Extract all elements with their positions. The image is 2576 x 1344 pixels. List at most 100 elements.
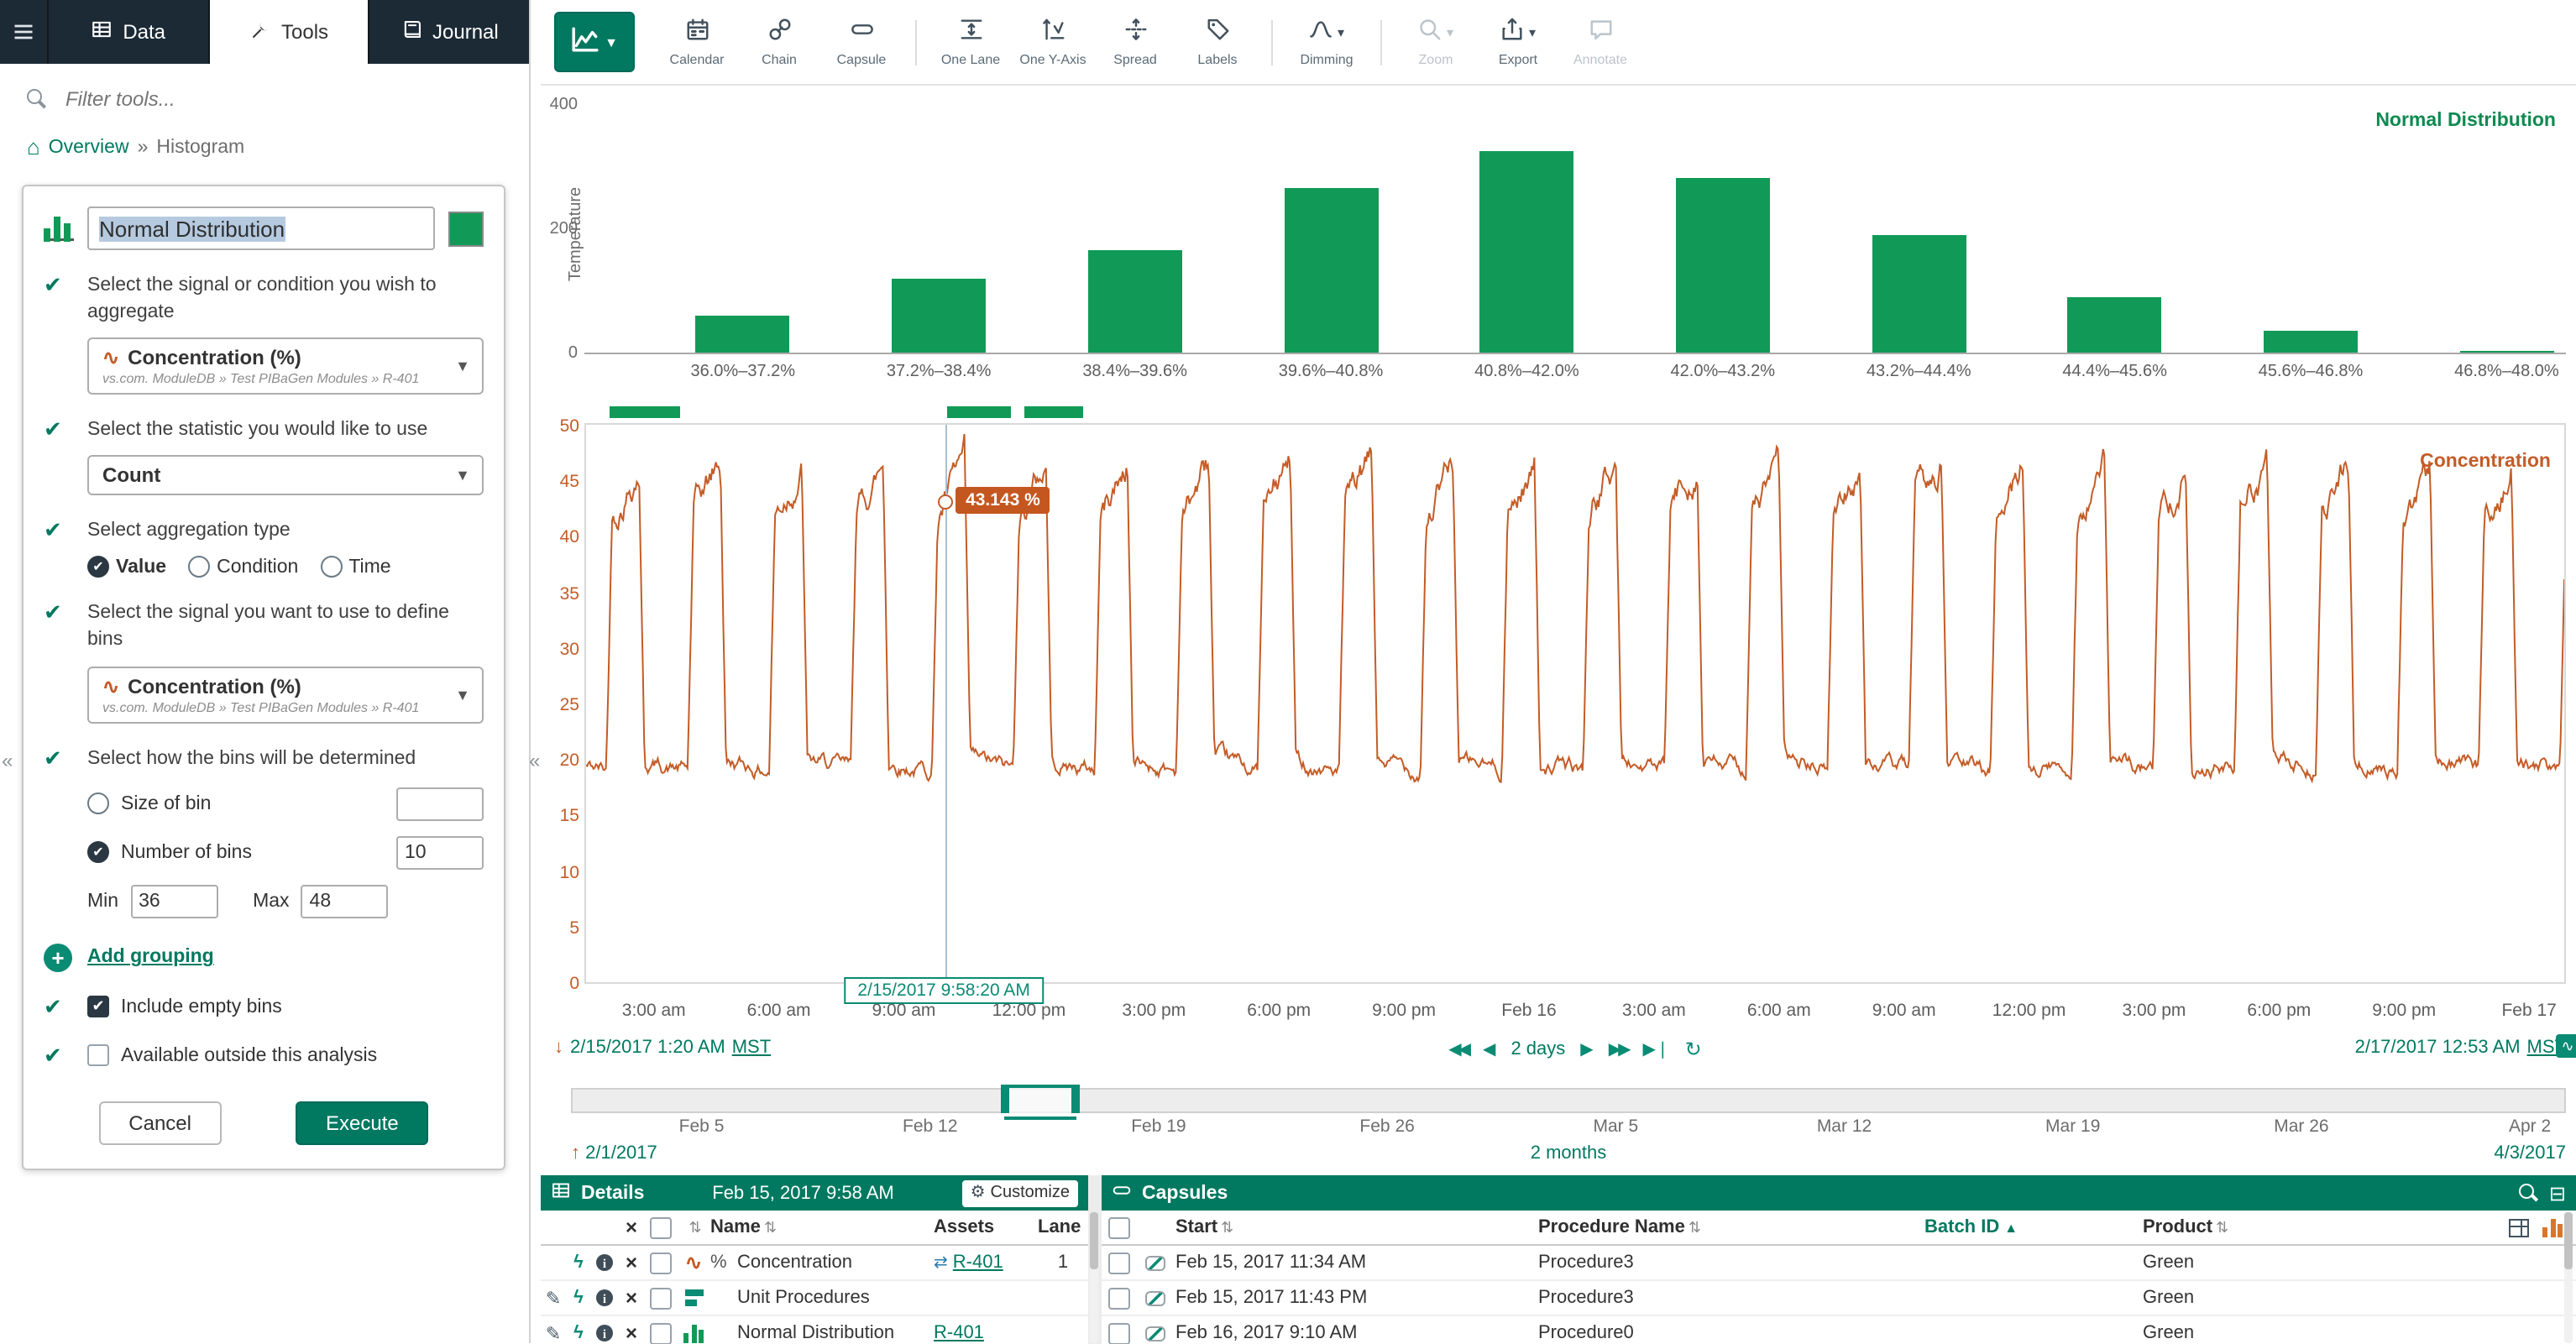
remove-item-icon[interactable]: × [618, 1286, 645, 1310]
range-start-timezone[interactable]: MST [732, 1038, 771, 1058]
details-row[interactable]: ϟi×∿%Concentration⇄R-4011 [541, 1246, 1088, 1281]
details-row[interactable]: ✎ϟi × Unit Procedures [541, 1281, 1088, 1316]
collapse-left-edge-icon[interactable]: « [2, 749, 13, 772]
table-columns-icon[interactable] [2509, 1218, 2529, 1237]
row-checkbox[interactable] [650, 1287, 672, 1309]
histogram-bar[interactable] [1479, 151, 1573, 353]
select-all-capsules-checkbox[interactable] [1107, 1216, 1129, 1238]
number-of-bins-input[interactable] [396, 835, 484, 869]
histogram-bar[interactable] [696, 316, 790, 353]
toolbar-button-export[interactable]: ▾Export [1478, 5, 1558, 79]
step-back-fast-icon[interactable]: ◀◀ [1448, 1040, 1468, 1059]
item-name[interactable]: Normal Distribution [737, 1323, 934, 1343]
add-grouping-button[interactable]: + Add grouping [44, 943, 484, 971]
capsule-stats-icon[interactable] [2542, 1218, 2563, 1237]
item-name[interactable]: Concentration [737, 1252, 934, 1273]
collapse-sidebar-icon[interactable]: « [529, 749, 540, 772]
radio-time[interactable]: Time [320, 557, 390, 578]
home-icon[interactable]: ⌂ [27, 134, 40, 160]
toolbar-button-labels[interactable]: Labels [1177, 5, 1258, 79]
name-column-header[interactable]: Name⇅ [710, 1217, 934, 1237]
start-column-header[interactable]: Start⇅ [1175, 1217, 1538, 1237]
range-end-label[interactable]: 2/17/2017 12:53 AM [2355, 1038, 2521, 1058]
step-back-icon[interactable]: ◀ [1483, 1040, 1495, 1059]
capsule-strip-segment[interactable] [610, 406, 680, 418]
autoupdate-bolt-icon[interactable]: ϟ [566, 1288, 591, 1308]
toolbar-button-chain[interactable]: Chain [739, 5, 819, 79]
edit-pencil-icon[interactable]: ✎ [541, 1322, 566, 1344]
tab-journal[interactable]: Journal [369, 0, 529, 64]
asset-swap-icon[interactable]: ⇄ [934, 1253, 948, 1272]
info-icon[interactable]: i [596, 1289, 613, 1306]
item-name[interactable]: Unit Procedures [737, 1288, 934, 1308]
max-input[interactable] [301, 884, 389, 918]
radio-number-of-bins[interactable]: ✔ [87, 841, 109, 863]
timeline-start[interactable]: ↑ 2/1/2017 [571, 1143, 657, 1164]
aggregate-signal-select[interactable]: ∿Concentration (%) vs.com. ModuleDB » Te… [87, 337, 484, 395]
brush-handle-right[interactable] [1071, 1085, 1080, 1113]
batch-id-column-header[interactable]: Batch ID▲ [1924, 1217, 2143, 1237]
step-to-end-icon[interactable]: ▶❘ [1642, 1040, 1669, 1059]
radio-size-of-bin[interactable] [87, 792, 109, 814]
chart-corner-widget-icon[interactable]: ∿ [2556, 1034, 2576, 1058]
refresh-icon[interactable]: ↻ [1685, 1038, 1702, 1061]
autoupdate-bolt-icon[interactable]: ϟ [566, 1252, 591, 1273]
timeline-track[interactable] [571, 1088, 2566, 1113]
remove-item-icon[interactable]: × [618, 1251, 645, 1274]
histogram-bar[interactable] [892, 278, 986, 353]
timeline-brush[interactable] [1005, 1085, 1076, 1120]
capsules-zoom-icon[interactable] [2519, 1183, 2539, 1203]
details-row[interactable]: ✎ϟi × Normal DistributionR-401 [541, 1316, 1088, 1344]
procedure-column-header[interactable]: Procedure Name⇅ [1538, 1217, 1924, 1237]
select-all-checkbox[interactable] [650, 1216, 672, 1238]
histogram-bar[interactable] [2264, 331, 2358, 353]
bin-signal-select[interactable]: ∿Concentration (%) vs.com. ModuleDB » Te… [87, 666, 484, 723]
toolbar-button-calendar[interactable]: Calendar [657, 5, 737, 79]
available-outside-checkbox[interactable] [87, 1044, 109, 1066]
assets-column-header[interactable]: Assets [934, 1217, 1038, 1237]
collapse-panel-icon[interactable]: ⊟ [2549, 1181, 2566, 1205]
tab-tools[interactable]: Tools [207, 0, 368, 64]
include-empty-bins-checkbox[interactable]: ✔ [87, 996, 109, 1017]
histogram-bar[interactable] [2459, 350, 2553, 353]
info-icon[interactable]: i [596, 1254, 613, 1271]
radio-condition[interactable]: Condition [188, 557, 298, 578]
row-checkbox[interactable] [650, 1322, 672, 1344]
execute-button[interactable]: Execute [296, 1101, 429, 1144]
histogram-bar[interactable] [1088, 250, 1182, 353]
sort-by-type[interactable]: ⇅ [677, 1218, 710, 1237]
breadcrumb-overview-link[interactable]: Overview [49, 137, 129, 157]
timeline-end-label[interactable]: 4/3/2017 [2494, 1143, 2566, 1164]
toolbar-button-spread[interactable]: Spread [1095, 5, 1175, 79]
remove-item-icon[interactable]: × [618, 1321, 645, 1344]
statistic-select[interactable]: Count ▼ [87, 456, 484, 496]
histogram-legend[interactable]: Normal Distribution [2375, 111, 2556, 131]
customize-button[interactable]: ⚙Customize [962, 1179, 1078, 1206]
histogram-bar[interactable] [1872, 234, 1966, 353]
row-checkbox[interactable] [650, 1252, 672, 1273]
capsule-strip-segment[interactable] [1024, 406, 1084, 418]
step-forward-icon[interactable]: ▶ [1580, 1040, 1593, 1059]
asset-link[interactable]: R-401 [934, 1323, 984, 1343]
capsule-row[interactable]: Feb 15, 2017 11:34 AMProcedure3Green [1102, 1246, 2576, 1281]
trend-plot-area[interactable]: Concentration 5045403530252015105043.143… [584, 423, 2566, 984]
lane-column-header[interactable]: Lane▲ [1038, 1217, 1088, 1237]
range-start-arrow-icon[interactable]: ↓ [554, 1038, 563, 1058]
capsule-checkbox[interactable] [1107, 1252, 1129, 1273]
toolbar-button-oneyaxis[interactable]: One Y-Axis [1013, 5, 1093, 79]
toolbar-button-dimming[interactable]: ▾Dimming [1286, 5, 1367, 79]
color-swatch[interactable] [448, 211, 484, 246]
size-of-bin-input[interactable] [396, 787, 484, 820]
radio-value[interactable]: ✔Value [87, 557, 166, 578]
capsule-checkbox[interactable] [1107, 1322, 1129, 1344]
capsule-row[interactable]: Feb 16, 2017 9:10 AMProcedure0Green [1102, 1316, 2576, 1344]
capsule-checkbox[interactable] [1107, 1287, 1129, 1309]
edit-pencil-icon[interactable]: ✎ [541, 1287, 566, 1309]
trend-legend[interactable]: Concentration [2420, 452, 2551, 472]
product-column-header[interactable]: Product⇅ [2143, 1217, 2485, 1237]
autoupdate-bolt-icon[interactable]: ϟ [566, 1323, 591, 1343]
histogram-bar[interactable] [2068, 296, 2162, 353]
tool-title-input[interactable]: Normal Distribution [87, 207, 435, 250]
histogram-bar[interactable] [1676, 179, 1770, 353]
info-icon[interactable]: i [596, 1325, 613, 1341]
